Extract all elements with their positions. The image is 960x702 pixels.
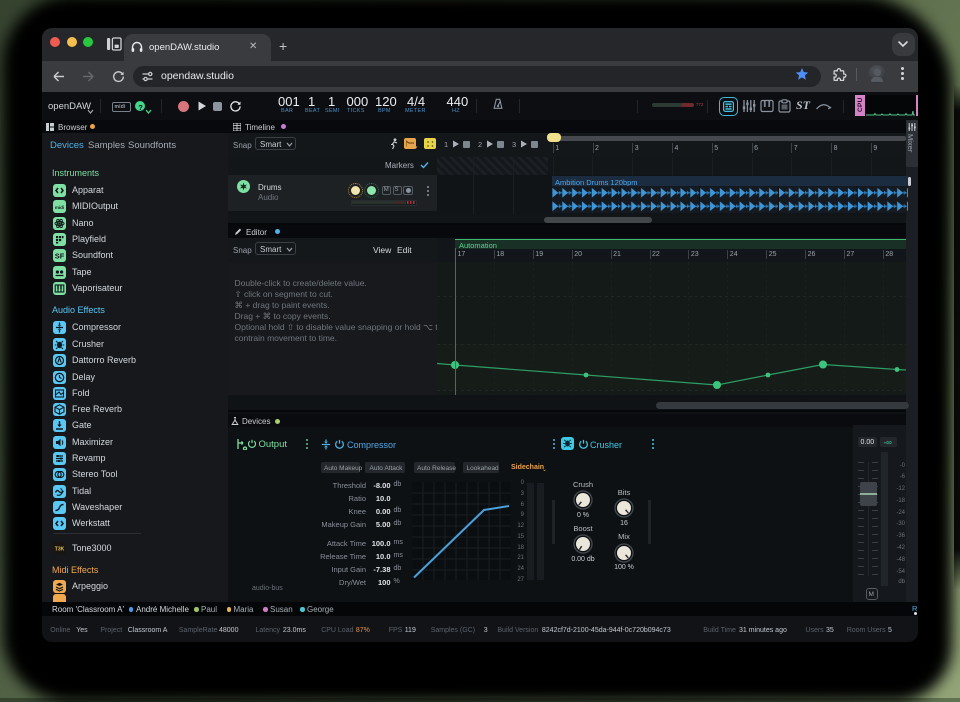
svg-text:midi: midi [55,205,64,210]
svg-text:T3K: T3K [55,546,65,552]
svg-text:SF: SF [55,252,65,261]
